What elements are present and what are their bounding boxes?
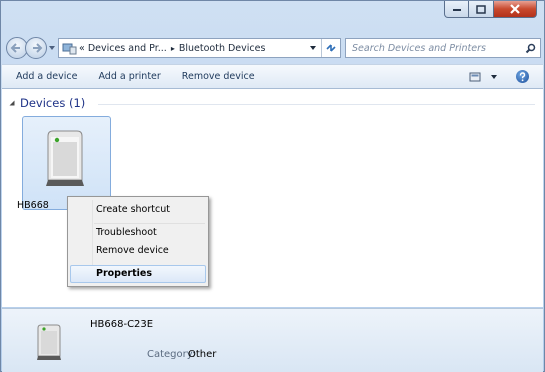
view-icon: [469, 72, 481, 81]
explorer-window: « Devices and Pr... ▸ Bluetooth Devices …: [0, 0, 545, 372]
forward-arrow-icon: [33, 43, 43, 53]
breadcrumb-separator[interactable]: ▸: [171, 44, 175, 53]
address-dropdown-icon[interactable]: [309, 44, 317, 52]
view-dropdown-icon[interactable]: [490, 73, 498, 81]
change-view-button[interactable]: [469, 72, 498, 82]
breadcrumb-devices-and-printers[interactable]: Devices and Pr...: [88, 43, 167, 54]
group-label: Devices (1): [20, 96, 86, 110]
collapse-group-icon[interactable]: [8, 99, 16, 107]
maximize-button[interactable]: [469, 1, 494, 18]
add-device-button[interactable]: Add a device: [13, 69, 80, 84]
device-details-icon: [37, 324, 61, 360]
device-name: HB668-C23E: [90, 319, 154, 330]
remove-device-button[interactable]: Remove device: [179, 69, 258, 84]
add-printer-button[interactable]: Add a printer: [95, 69, 163, 84]
category-value: Other: [188, 349, 217, 360]
close-icon: [510, 4, 520, 14]
devices-group-header[interactable]: Devices (1): [8, 96, 85, 110]
search-icon[interactable]: [525, 43, 536, 54]
refresh-icon: [326, 44, 336, 52]
address-row: « Devices and Pr... ▸ Bluetooth Devices …: [6, 37, 541, 59]
refresh-button[interactable]: [321, 39, 340, 57]
recent-pages-chevron-icon[interactable]: [48, 44, 56, 52]
search-placeholder: Search Devices and Printers: [352, 42, 486, 54]
minimize-icon: [452, 9, 461, 11]
help-icon: [519, 71, 526, 81]
details-pane: HB668-C23E Category: Other: [2, 308, 543, 372]
menu-item-remove-device[interactable]: Remove device: [96, 245, 169, 256]
search-input[interactable]: Search Devices and Printers: [345, 38, 541, 58]
group-divider: [98, 104, 535, 105]
maximize-icon: [476, 4, 486, 14]
device-tile-label: HB668: [17, 200, 49, 211]
menu-item-troubleshoot[interactable]: Troubleshoot: [96, 227, 157, 238]
command-bar: Add a device Add a printer Remove device: [2, 64, 543, 89]
devices-folder-icon: [62, 43, 77, 54]
breadcrumb-bluetooth-devices[interactable]: Bluetooth Devices: [179, 43, 266, 54]
menu-separator: [94, 223, 205, 224]
caption-buttons: [444, 1, 537, 18]
menu-item-properties[interactable]: Properties: [96, 268, 152, 279]
help-button[interactable]: [516, 70, 529, 83]
forward-button[interactable]: [25, 37, 47, 59]
context-menu: Create shortcut Troubleshoot Remove devi…: [67, 196, 209, 287]
menu-item-create-shortcut[interactable]: Create shortcut: [96, 204, 170, 215]
close-button[interactable]: [494, 1, 537, 18]
device-icon: [46, 130, 84, 186]
minimize-button[interactable]: [444, 1, 469, 18]
address-bar[interactable]: « Devices and Pr... ▸ Bluetooth Devices: [58, 38, 341, 58]
breadcrumb-prefix[interactable]: «: [79, 43, 85, 54]
back-arrow-icon: [10, 43, 20, 53]
